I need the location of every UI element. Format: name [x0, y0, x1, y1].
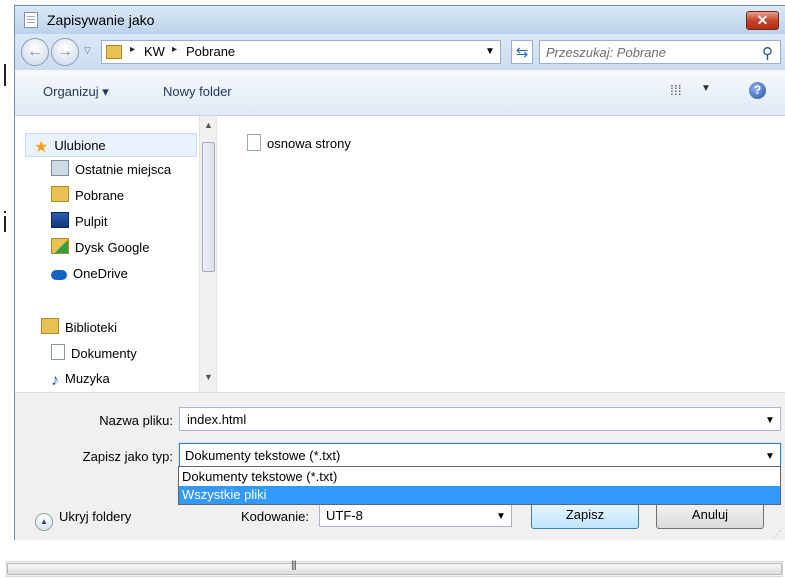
back-button[interactable]: ←	[21, 38, 49, 66]
scrollbar-thumb[interactable]: |||	[7, 560, 782, 575]
navigation-pane: ★ Ulubione Ostatnie miejsca Pobrane Pulpi…	[15, 116, 216, 392]
forward-button[interactable]: →	[51, 38, 79, 66]
background-edge-mark	[4, 64, 6, 86]
text-file-icon	[247, 134, 261, 151]
onedrive-cloud-icon	[51, 270, 67, 280]
nav-item-libraries[interactable]: Biblioteki	[41, 316, 117, 340]
nav-item-favorites[interactable]: ★ Ulubione	[25, 133, 197, 157]
horizontal-scrollbar[interactable]: |||	[6, 560, 783, 577]
hide-folders-label: Ukryj foldery	[59, 509, 132, 524]
chevron-down-icon[interactable]: ▼	[765, 415, 775, 426]
libraries-icon	[41, 318, 59, 334]
nav-item-desktop[interactable]: Pulpit	[51, 210, 108, 234]
nav-item-label: OneDrive	[73, 266, 128, 281]
collapse-up-icon: ▲	[35, 513, 53, 531]
notepad-icon	[24, 12, 38, 28]
chevron-down-icon[interactable]: ▼	[496, 511, 506, 522]
command-bar: Organizuj ▾ Nowy folder ⁞⁞⁞ ▼ ?	[15, 70, 785, 116]
star-icon: ★	[34, 139, 49, 156]
chevron-down-icon[interactable]: ▼	[701, 83, 711, 94]
resize-grip-icon[interactable]: ⋰	[773, 529, 782, 540]
nav-item-label: Ulubione	[54, 138, 106, 153]
breadcrumb-separator-icon[interactable]: ▸	[130, 44, 135, 55]
refresh-icon[interactable]: ⇆	[511, 40, 533, 64]
window-title: Zapisywanie jako	[47, 12, 155, 28]
file-name-value: index.html	[187, 412, 247, 427]
scrollbar-grip-icon: |||	[291, 560, 297, 571]
search-input[interactable]: Przeszukaj: Pobrane ⚲	[539, 40, 781, 64]
save-as-type-dropdown-list: Dokumenty tekstowe (*.txt) Wszystkie pli…	[178, 466, 781, 505]
nav-item-label: Dysk Google	[75, 240, 150, 255]
nav-item-label: Muzyka	[65, 371, 110, 386]
save-as-type-label: Zapisz jako typ:	[82, 449, 173, 464]
breadcrumb-separator-icon[interactable]: ▸	[172, 44, 177, 55]
cancel-button[interactable]: Anuluj	[656, 501, 764, 529]
type-option-all-files[interactable]: Wszystkie pliki	[179, 486, 780, 504]
desktop-icon	[51, 212, 69, 228]
file-name-input[interactable]: index.html ▼	[179, 407, 781, 431]
file-list: osnowa strony	[216, 116, 785, 392]
save-as-dialog: Zapisywanie jako ✕ ← → ▽ ▸ KW ▸ Pobrane …	[14, 5, 785, 540]
breadcrumb-kw[interactable]: KW	[144, 44, 165, 59]
search-placeholder: Przeszukaj: Pobrane	[546, 45, 666, 60]
scroll-down-arrow-icon[interactable]: ▼	[200, 372, 217, 382]
close-button[interactable]: ✕	[746, 11, 779, 30]
background-edge-mark	[4, 211, 6, 232]
nav-item-label: Biblioteki	[65, 320, 118, 335]
encoding-select[interactable]: UTF-8 ▼	[319, 503, 512, 527]
file-name: osnowa strony	[267, 136, 351, 151]
nav-item-label: Pulpit	[75, 214, 108, 229]
nav-item-label: Dokumenty	[71, 346, 137, 361]
google-drive-folder-icon	[51, 238, 69, 254]
folder-icon	[106, 45, 122, 59]
recent-locations-dropdown-icon[interactable]: ▽	[84, 45, 91, 56]
hide-folders-button[interactable]: ▲ Ukryj foldery	[35, 509, 131, 531]
search-icon[interactable]: ⚲	[762, 44, 773, 62]
breadcrumb-pobrane[interactable]: Pobrane	[186, 44, 235, 59]
save-button[interactable]: Zapisz	[531, 501, 639, 529]
organize-button[interactable]: Organizuj ▾	[43, 84, 109, 100]
nav-item-music[interactable]: ♪ Muzyka	[51, 367, 110, 391]
new-folder-button[interactable]: Nowy folder	[163, 84, 232, 99]
title-bar[interactable]: Zapisywanie jako ✕	[15, 6, 785, 34]
scrollbar-thumb[interactable]	[202, 142, 215, 272]
scroll-up-arrow-icon[interactable]: ▲	[200, 120, 217, 130]
save-as-type-select[interactable]: Dokumenty tekstowe (*.txt) ▼	[178, 442, 782, 468]
recent-places-icon	[51, 160, 69, 176]
file-name-label: Nazwa pliku:	[99, 413, 173, 428]
address-row: ← → ▽ ▸ KW ▸ Pobrane ▼ ⇆ Przeszukaj: Pob…	[15, 34, 785, 70]
nav-item-google-drive[interactable]: Dysk Google	[51, 236, 149, 260]
nav-item-documents[interactable]: Dokumenty	[51, 342, 137, 366]
encoding-label: Kodowanie:	[241, 509, 309, 524]
nav-item-label: Pobrane	[75, 188, 125, 203]
chevron-down-icon[interactable]: ▼	[485, 46, 495, 57]
save-as-type-value: Dokumenty tekstowe (*.txt)	[185, 448, 341, 463]
documents-icon	[51, 344, 65, 360]
nav-scrollbar[interactable]: ▲ ▼	[199, 116, 216, 392]
view-options-icon[interactable]: ⁞⁞⁞	[670, 82, 682, 98]
encoding-value: UTF-8	[326, 508, 363, 523]
chevron-down-icon[interactable]: ▼	[765, 451, 775, 462]
file-item[interactable]: osnowa strony	[247, 134, 351, 151]
nav-item-label: Ostatnie miejsca	[75, 162, 172, 177]
nav-item-recent-places[interactable]: Ostatnie miejsca	[51, 158, 171, 182]
help-icon[interactable]: ?	[749, 82, 766, 99]
type-option-text-documents[interactable]: Dokumenty tekstowe (*.txt)	[179, 468, 780, 486]
music-note-icon: ♪	[51, 372, 59, 389]
downloads-folder-icon	[51, 186, 69, 202]
address-bar[interactable]: ▸ KW ▸ Pobrane ▼	[101, 40, 501, 64]
nav-item-onedrive[interactable]: OneDrive	[51, 262, 128, 286]
nav-item-downloads[interactable]: Pobrane	[51, 184, 124, 208]
